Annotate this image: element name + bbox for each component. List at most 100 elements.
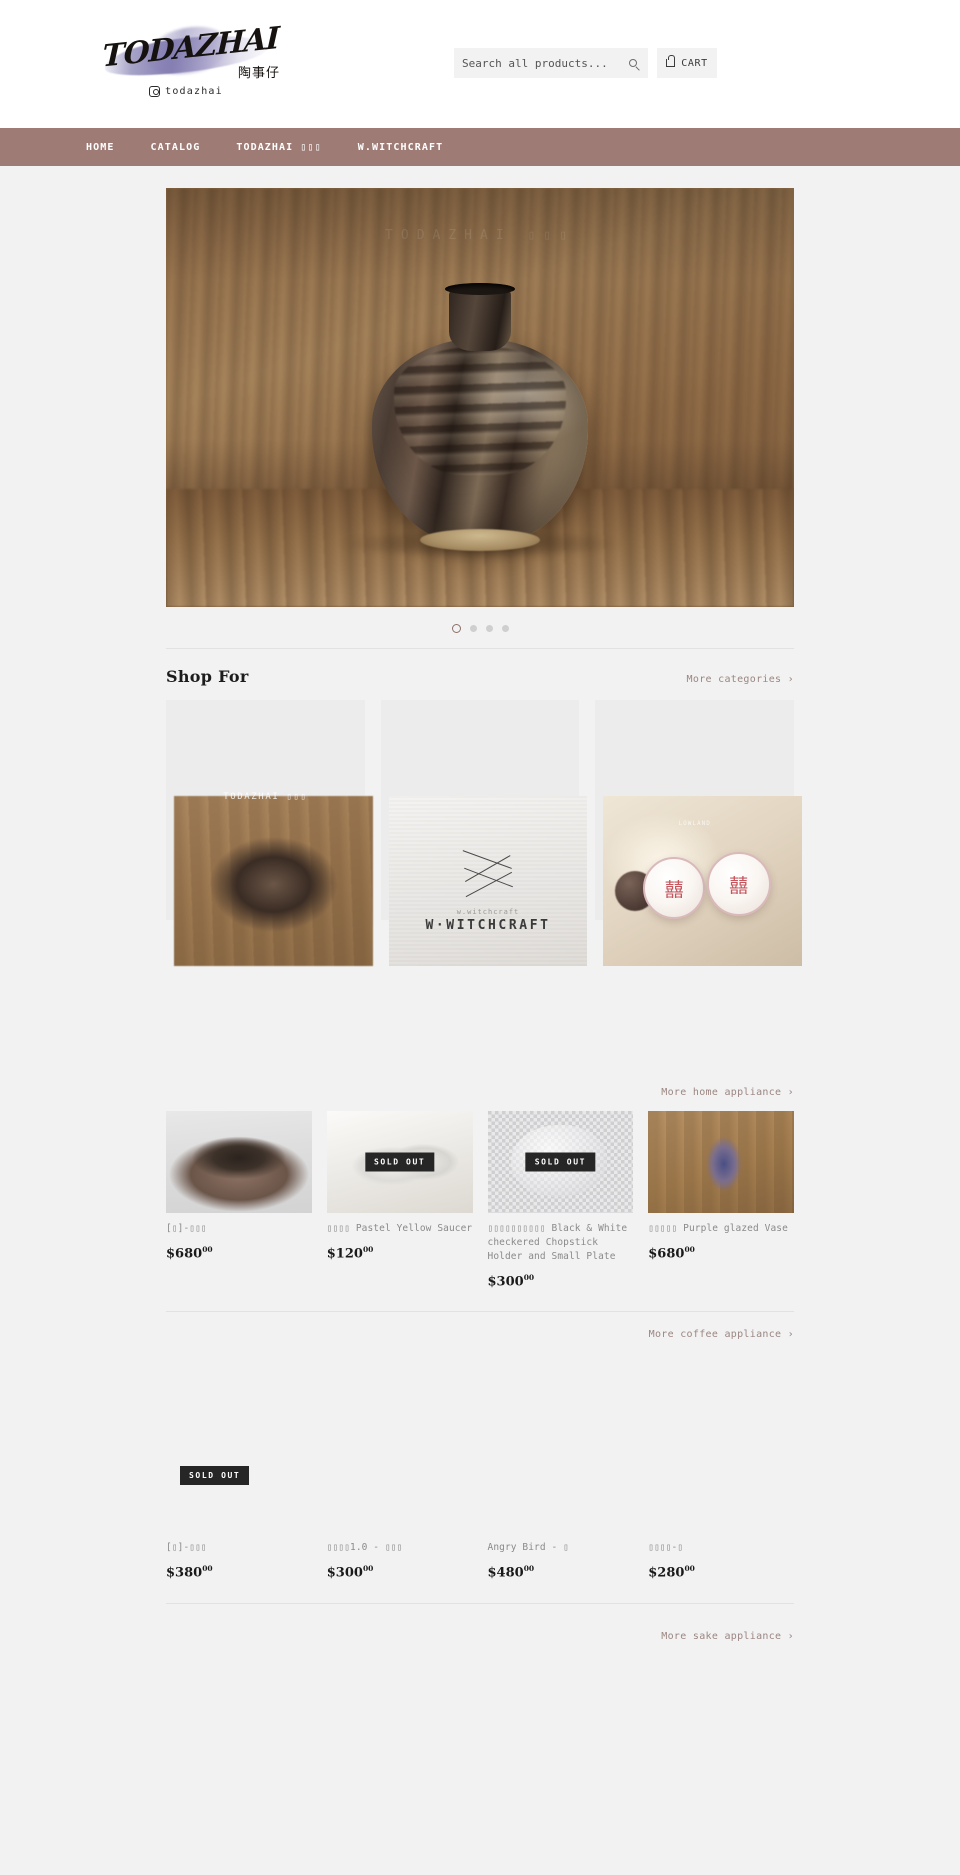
shop-for-header: Shop For More categories › bbox=[166, 649, 794, 700]
product-price-amount: $380 bbox=[166, 1565, 203, 1581]
more-categories-link[interactable]: More categories › bbox=[687, 674, 794, 685]
product-price-cents: 00 bbox=[523, 1273, 535, 1282]
product-title: [▯]-▯▯▯ bbox=[166, 1542, 207, 1554]
ceramic-coin-left: 囍 bbox=[643, 857, 706, 920]
home-appliance-more-row: More home appliance › bbox=[166, 1070, 794, 1111]
category-card-w-witchcraft[interactable]: w.witchcraft W·WITCHCRAFT bbox=[380, 700, 588, 966]
product-image bbox=[326, 1353, 473, 1500]
vase-glaze-drips bbox=[393, 347, 567, 475]
instagram-handle-text: todazhai bbox=[165, 86, 223, 97]
category-image-w-witchcraft: w.witchcraft W·WITCHCRAFT bbox=[388, 796, 588, 966]
nav-item-home[interactable]: HOME bbox=[86, 142, 114, 153]
page-title: Shop For bbox=[166, 667, 249, 686]
product-image-wrap bbox=[648, 1111, 794, 1213]
product-price-amount: $300 bbox=[326, 1565, 363, 1581]
main-navigation: HOME CATALOG TODAZHAI ▯▯▯ W.WITCHCRAFT bbox=[0, 128, 960, 166]
product-price-cents: 00 bbox=[684, 1245, 695, 1254]
product-title: ▯▯▯▯▯▯▯▯▯▯ Black & White checkered Chops… bbox=[487, 1223, 628, 1262]
ceramic-coin-right: 囍 bbox=[706, 852, 771, 917]
coin-glyph-right: 囍 bbox=[729, 874, 749, 897]
product-image bbox=[487, 1353, 634, 1500]
product-image-wrap bbox=[648, 1353, 794, 1500]
sold-out-badge: SOLD OUT bbox=[364, 1152, 435, 1172]
category-cards: TODAZHAI ▯▯▯ w.witchcraft W·WITCHCRAFT 囍 bbox=[166, 700, 803, 966]
hero-slide[interactable]: TODAZHAI ▯▯▯ bbox=[166, 188, 794, 607]
product-title: Angry Bird - ▯ bbox=[487, 1542, 569, 1554]
product-image-wrap bbox=[326, 1353, 473, 1500]
category-label-lowland: LOWLAND bbox=[678, 820, 711, 827]
nav-item-catalog[interactable]: CATALOG bbox=[150, 142, 200, 153]
nav-item-w-witchcraft[interactable]: W.WITCHCRAFT bbox=[358, 142, 443, 153]
product-image bbox=[648, 1111, 794, 1213]
product-image-wrap: SOLD OUT bbox=[487, 1111, 634, 1213]
product-title: ▯▯▯▯▯ Purple glazed Vase bbox=[648, 1223, 788, 1234]
product-price-amount: $280 bbox=[648, 1565, 685, 1581]
product-card[interactable]: [▯]-▯▯▯ $68000 bbox=[166, 1111, 312, 1261]
carousel-dot-2[interactable] bbox=[469, 624, 477, 632]
product-price-amount: $680 bbox=[166, 1246, 203, 1262]
witchcraft-mark-icon bbox=[461, 849, 515, 898]
product-title: ▯▯▯▯ Pastel Yellow Saucer bbox=[326, 1223, 473, 1234]
product-price-cents: 00 bbox=[362, 1245, 374, 1254]
product-image-wrap bbox=[166, 1111, 312, 1213]
nav-item-todazhai[interactable]: TODAZHAI ▯▯▯ bbox=[236, 142, 321, 153]
product-image bbox=[648, 1353, 794, 1500]
product-price: $48000 bbox=[488, 1564, 634, 1580]
product-card[interactable]: SOLD OUT [▯]-▯▯▯ $38000 bbox=[166, 1353, 312, 1581]
more-coffee-appliance-link[interactable]: More coffee appliance › bbox=[649, 1329, 794, 1340]
product-image-wrap bbox=[487, 1353, 634, 1500]
search-icon bbox=[629, 59, 637, 67]
storefront-page: TODAZHAI 陶事仔 todazhai CART HOME CATALOG … bbox=[0, 0, 960, 1717]
carousel-dot-1[interactable] bbox=[451, 623, 461, 633]
cart-label: CART bbox=[681, 57, 708, 69]
vase-lip bbox=[445, 283, 515, 295]
category-card-todazhai[interactable]: TODAZHAI ▯▯▯ bbox=[166, 700, 373, 966]
product-card[interactable]: ▯▯▯▯▯ Purple glazed Vase $68000 bbox=[648, 1111, 794, 1261]
product-price: $68000 bbox=[648, 1245, 794, 1261]
category-label-todazhai: TODAZHAI ▯▯▯ bbox=[223, 792, 308, 802]
witchcraft-caption-large: W·WITCHCRAFT bbox=[425, 918, 551, 934]
instagram-handle[interactable]: todazhai bbox=[86, 86, 286, 97]
carousel-dot-4[interactable] bbox=[501, 624, 509, 632]
hero-carousel: TODAZHAI ▯▯▯ bbox=[0, 166, 960, 637]
coin-glyph-left: 囍 bbox=[664, 878, 684, 901]
product-price: $38000 bbox=[166, 1564, 312, 1580]
witchcraft-caption-small: w.witchcraft bbox=[456, 908, 520, 917]
sold-out-badge: SOLD OUT bbox=[180, 1466, 250, 1486]
instagram-icon bbox=[149, 86, 161, 97]
product-title: ▯▯▯▯1.0 - ▯▯▯ bbox=[326, 1542, 403, 1554]
coffee-appliance-products: SOLD OUT [▯]-▯▯▯ $38000 ▯▯▯▯1.0 - ▯▯▯ $3… bbox=[166, 1353, 794, 1581]
category-card-lowland[interactable]: 囍 囍 LOWLAND bbox=[595, 700, 803, 966]
product-price-amount: $120 bbox=[326, 1246, 363, 1262]
product-card[interactable]: ▯▯▯▯-▯ $28000 bbox=[648, 1353, 794, 1581]
hero-watermark: TODAZHAI ▯▯▯ bbox=[385, 228, 575, 243]
site-logo[interactable]: TODAZHAI 陶事仔 todazhai bbox=[86, 19, 286, 106]
product-card[interactable]: SOLD OUT ▯▯▯▯ Pastel Yellow Saucer $1200… bbox=[326, 1111, 473, 1262]
witchcraft-caption: w.witchcraft W·WITCHCRAFT bbox=[425, 908, 550, 933]
logo-cjk-text: 陶事仔 bbox=[237, 66, 280, 81]
search-input[interactable] bbox=[462, 56, 632, 70]
more-home-appliance-link[interactable]: More home appliance › bbox=[661, 1087, 794, 1098]
coffee-appliance-more-row: More coffee appliance › bbox=[166, 1312, 794, 1353]
carousel-dots bbox=[166, 619, 794, 637]
product-image-wrap: SOLD OUT bbox=[326, 1111, 473, 1213]
cart-button[interactable]: CART bbox=[657, 48, 717, 78]
carousel-dot-3[interactable] bbox=[485, 624, 493, 632]
product-card[interactable]: Angry Bird - ▯ $48000 bbox=[487, 1353, 634, 1581]
product-image bbox=[166, 1111, 312, 1213]
product-price: $68000 bbox=[166, 1245, 312, 1261]
search-submit-button[interactable] bbox=[618, 48, 648, 78]
vase-foot bbox=[420, 529, 540, 551]
search-box[interactable] bbox=[454, 48, 640, 78]
product-price-cents: 00 bbox=[202, 1564, 213, 1574]
product-card[interactable]: SOLD OUT ▯▯▯▯▯▯▯▯▯▯ Black & White checke… bbox=[487, 1111, 634, 1289]
more-sake-appliance-link[interactable]: More sake appliance › bbox=[661, 1631, 794, 1642]
product-card[interactable]: ▯▯▯▯1.0 - ▯▯▯ $30000 bbox=[326, 1353, 473, 1581]
product-title: [▯]-▯▯▯ bbox=[166, 1223, 207, 1234]
product-price-amount: $680 bbox=[648, 1246, 685, 1262]
product-price-amount: $300 bbox=[487, 1274, 524, 1290]
product-price: $30000 bbox=[488, 1273, 634, 1289]
product-price-cents: 00 bbox=[523, 1564, 535, 1574]
vase-body bbox=[372, 339, 588, 545]
